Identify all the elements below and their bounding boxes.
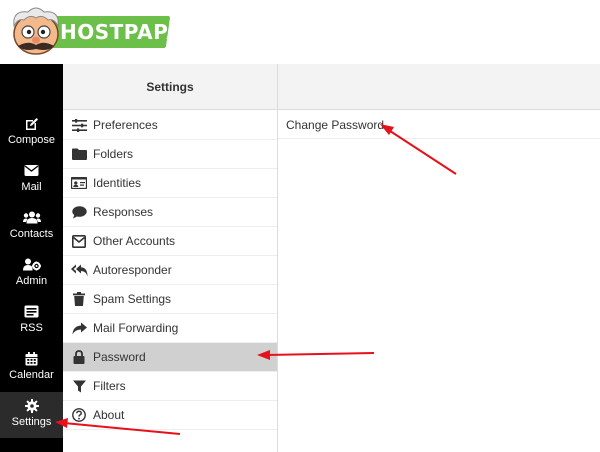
rss-icon: [24, 305, 39, 318]
nav-label: RSS: [20, 322, 43, 334]
header: HOSTPAPA: [0, 0, 600, 64]
question-icon: [72, 408, 86, 422]
settings-title: Settings: [146, 79, 194, 94]
password-section-content: Change Password: [278, 64, 600, 452]
settings-item-label: Filters: [93, 379, 126, 393]
nav-item-rss[interactable]: RSS: [0, 298, 63, 344]
settings-item-spam-settings[interactable]: Spam Settings: [63, 285, 277, 314]
calendar-icon: [25, 352, 38, 366]
gear-icon: [24, 399, 39, 413]
settings-item-label: Preferences: [93, 118, 158, 132]
id-card-icon: [71, 177, 87, 189]
settings-item-about[interactable]: About: [63, 401, 277, 430]
nav-label: Mail: [21, 181, 42, 193]
forward-icon: [72, 322, 87, 334]
nav-item-compose[interactable]: Compose: [0, 110, 63, 156]
settings-item-mail-forwarding[interactable]: Mail Forwarding: [63, 314, 277, 343]
nav-item-settings[interactable]: Settings: [0, 392, 63, 438]
settings-item-label: Other Accounts: [93, 234, 176, 248]
settings-header: Settings: [63, 64, 277, 110]
change-password-label: Change Password: [286, 117, 385, 132]
settings-item-autoresponder[interactable]: Autoresponder: [63, 256, 277, 285]
settings-item-other-accounts[interactable]: Other Accounts: [63, 227, 277, 256]
nav-item-contacts[interactable]: Contacts: [0, 204, 63, 250]
mascot-face-icon: [13, 7, 59, 55]
settings-item-responses[interactable]: Responses: [63, 198, 277, 227]
logo-text: HOSTPAPA: [60, 20, 183, 44]
nav-item-calendar[interactable]: Calendar: [0, 345, 63, 391]
envelope-icon: [72, 234, 86, 248]
settings-item-folders[interactable]: Folders: [63, 140, 277, 169]
settings-item-password[interactable]: Password: [63, 343, 277, 372]
nav-label: Admin: [15, 275, 48, 287]
settings-item-label: Identities: [93, 176, 142, 190]
settings-item-identities[interactable]: Identities: [63, 169, 277, 198]
nav-label: Settings: [11, 416, 52, 428]
nav-item-admin[interactable]: Admin: [0, 251, 63, 297]
lock-icon: [73, 350, 85, 364]
settings-item-label: Spam Settings: [93, 292, 172, 306]
change-password-link[interactable]: Change Password: [278, 111, 600, 139]
settings-item-label: Autoresponder: [93, 263, 172, 277]
compose-icon: [25, 118, 38, 130]
settings-item-preferences[interactable]: Preferences: [63, 111, 277, 140]
settings-item-label: Password: [93, 350, 146, 364]
nav-label: Contacts: [9, 228, 54, 240]
trash-icon: [73, 292, 85, 306]
reply-all-icon: [70, 264, 87, 276]
sliders-icon: [71, 118, 87, 132]
settings-item-label: About: [93, 408, 125, 422]
folder-icon: [71, 148, 87, 160]
settings-item-label: Mail Forwarding: [93, 321, 179, 335]
settings-item-filters[interactable]: Filters: [63, 372, 277, 401]
settings-item-label: Folders: [93, 147, 134, 161]
admin-icon: [22, 258, 41, 271]
mail-icon: [24, 165, 39, 176]
nav-label: Calendar: [9, 369, 54, 381]
main-nav: Compose Mail Contacts Admin RSS Calendar…: [0, 64, 63, 452]
speech-bubble-icon: [71, 205, 87, 218]
content-header: [278, 64, 600, 110]
nav-label: Compose: [7, 134, 56, 146]
hostpapa-logo[interactable]: HOSTPAPA: [6, 4, 182, 58]
filter-icon: [72, 380, 86, 392]
settings-sections-list: Settings Preferences Folders Identities …: [63, 64, 278, 452]
contacts-icon: [22, 211, 41, 224]
settings-item-label: Responses: [93, 205, 154, 219]
nav-item-mail[interactable]: Mail: [0, 157, 63, 203]
